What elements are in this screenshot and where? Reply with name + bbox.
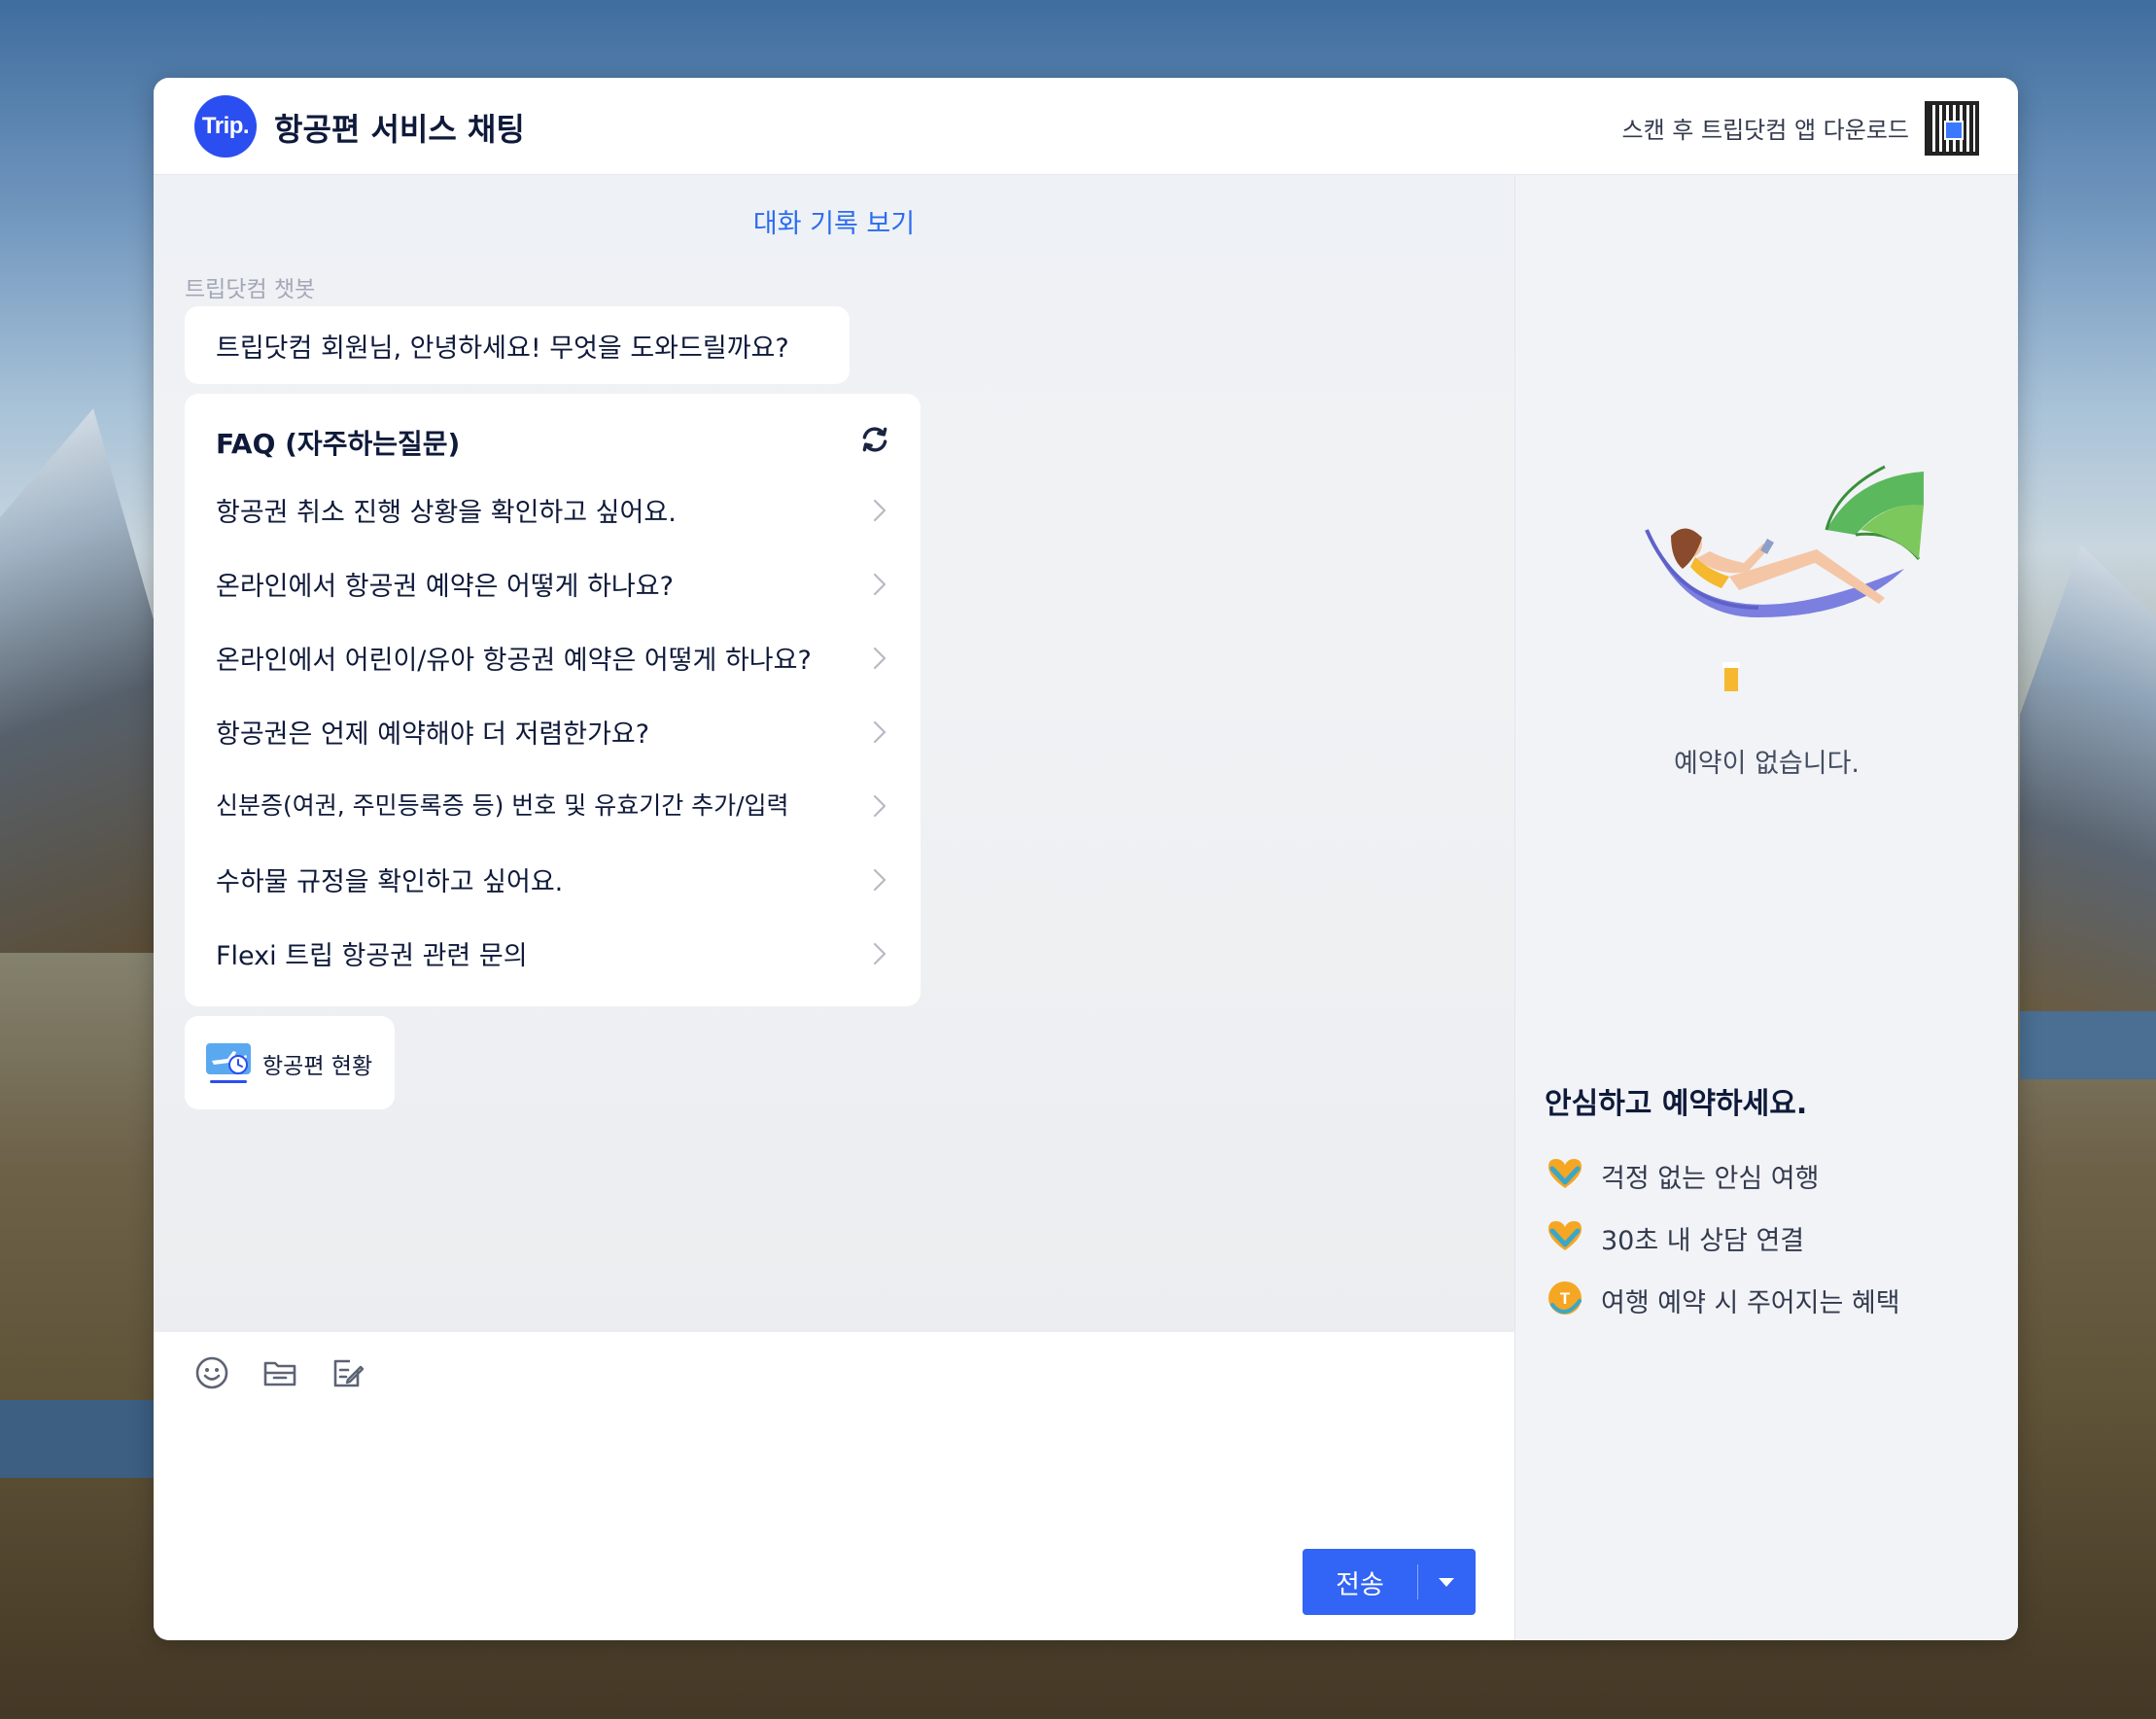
flight-status-button[interactable]: 항공편 현황 [185, 1016, 395, 1109]
background-mountain-right [2020, 544, 2156, 1031]
greeting-message: 트립닷컴 회원님, 안녕하세요! 무엇을 도와드릴까요? [185, 306, 850, 384]
faq-item[interactable]: Flexi 트립 항공권 관련 문의 [185, 917, 921, 991]
bot-name: 트립닷컴 챗봇 [185, 277, 316, 302]
trip-logo[interactable]: Trip. [194, 95, 257, 158]
chevron-right-icon [873, 868, 887, 892]
faq-item-label: 온라인에서 항공권 예약은 어떻게 하나요? [216, 572, 674, 602]
folder-icon[interactable] [261, 1353, 299, 1392]
send-divider [1417, 1564, 1418, 1599]
qr-code-icon [1925, 101, 1979, 156]
emoji-icon[interactable] [192, 1353, 231, 1392]
message-composer[interactable]: 전송 [154, 1332, 1514, 1640]
booking-sidebar: 예약이 없습니다. 안심하고 예약하세요. 걱정 없는 안심 여행 30초 내 … [1514, 175, 2018, 1640]
chevron-right-icon [873, 647, 887, 670]
heart-check-icon [1548, 1221, 1582, 1250]
safe-booking-title: 안심하고 예약하세요. [1545, 1087, 1808, 1121]
chevron-right-icon [873, 720, 887, 744]
benefit-label: 걱정 없는 안심 여행 [1601, 1164, 1820, 1194]
empty-bookings-text: 예약이 없습니다. [1673, 749, 1860, 779]
edit-note-icon[interactable] [329, 1353, 367, 1392]
faq-item[interactable]: 항공권 취소 진행 상황을 확인하고 싶어요. [185, 474, 921, 547]
faq-card: FAQ (자주하는질문) 항공권 취소 진행 상황을 확인하고 싶어요. 온라인… [185, 394, 921, 1006]
chevron-right-icon [873, 942, 887, 965]
chat-area[interactable]: 대화 기록 보기 트립닷컴 챗봇 트립닷컴 회원님, 안녕하세요! 무엇을 도와… [154, 175, 1514, 1332]
svg-text:T: T [1560, 1289, 1571, 1308]
chevron-right-icon [873, 573, 887, 596]
benefit-item: T 여행 예약 시 주어지는 혜택 [1545, 1272, 1992, 1320]
greeting-text: 트립닷컴 회원님, 안녕하세요! 무엇을 도와드릴까요? [216, 333, 789, 364]
benefit-label: 여행 예약 시 주어지는 혜택 [1601, 1288, 1900, 1318]
faq-item-label: Flexi 트립 항공권 관련 문의 [216, 941, 528, 971]
faq-item[interactable]: 항공권은 언제 예약해야 더 저렴한가요? [185, 695, 921, 769]
faq-item-label: 항공권 취소 진행 상황을 확인하고 싶어요. [216, 498, 677, 528]
view-history-link[interactable]: 대화 기록 보기 [154, 202, 1514, 240]
chat-window: Trip. 항공편 서비스 채팅 스캔 후 트립닷컴 앱 다운로드 대화 기록 … [154, 78, 2018, 1640]
faq-item[interactable]: 온라인에서 어린이/유아 항공권 예약은 어떻게 하나요? [185, 621, 921, 695]
faq-item[interactable]: 온라인에서 항공권 예약은 어떻게 하나요? [185, 547, 921, 621]
faq-item-label: 수하물 규정을 확인하고 싶어요. [216, 867, 564, 897]
benefit-label: 30초 내 상담 연결 [1601, 1226, 1805, 1256]
faq-title: FAQ (자주하는질문) [216, 428, 461, 460]
send-button-label: 전송 [1336, 1569, 1384, 1600]
send-button[interactable]: 전송 [1303, 1549, 1476, 1615]
caret-down-icon[interactable] [1435, 1570, 1458, 1594]
flight-status-label: 항공편 현황 [262, 1054, 373, 1079]
background-lake-right [2020, 1011, 2156, 1079]
page-title: 항공편 서비스 채팅 [274, 111, 525, 148]
faq-item-label: 신분증(여권, 주민등록증 등) 번호 및 유효기간 추가/입력 [216, 791, 789, 820]
benefit-item: 걱정 없는 안심 여행 [1545, 1147, 1992, 1196]
hammock-illustration [1645, 465, 1924, 691]
faq-item[interactable]: 수하물 규정을 확인하고 싶어요. [185, 843, 921, 917]
faq-item-label: 온라인에서 어린이/유아 항공권 예약은 어떻게 하나요? [216, 646, 812, 676]
flight-status-icon [206, 1043, 251, 1083]
trip-coin-icon: T [1548, 1281, 1582, 1315]
chevron-right-icon [873, 499, 887, 522]
benefit-item: 30초 내 상담 연결 [1545, 1210, 1992, 1258]
background-mountain-left [0, 408, 156, 953]
faq-item-label: 항공권은 언제 예약해야 더 저렴한가요? [216, 719, 650, 750]
background-lake-left [0, 1400, 156, 1478]
chevron-right-icon [873, 794, 887, 818]
faq-item[interactable]: 신분증(여권, 주민등록증 등) 번호 및 유효기간 추가/입력 [185, 769, 921, 843]
heart-check-icon [1548, 1159, 1582, 1188]
refresh-icon[interactable] [858, 423, 891, 456]
header: Trip. 항공편 서비스 채팅 스캔 후 트립닷컴 앱 다운로드 [154, 78, 2018, 175]
app-download-text: 스캔 후 트립닷컴 앱 다운로드 [1621, 117, 1909, 144]
